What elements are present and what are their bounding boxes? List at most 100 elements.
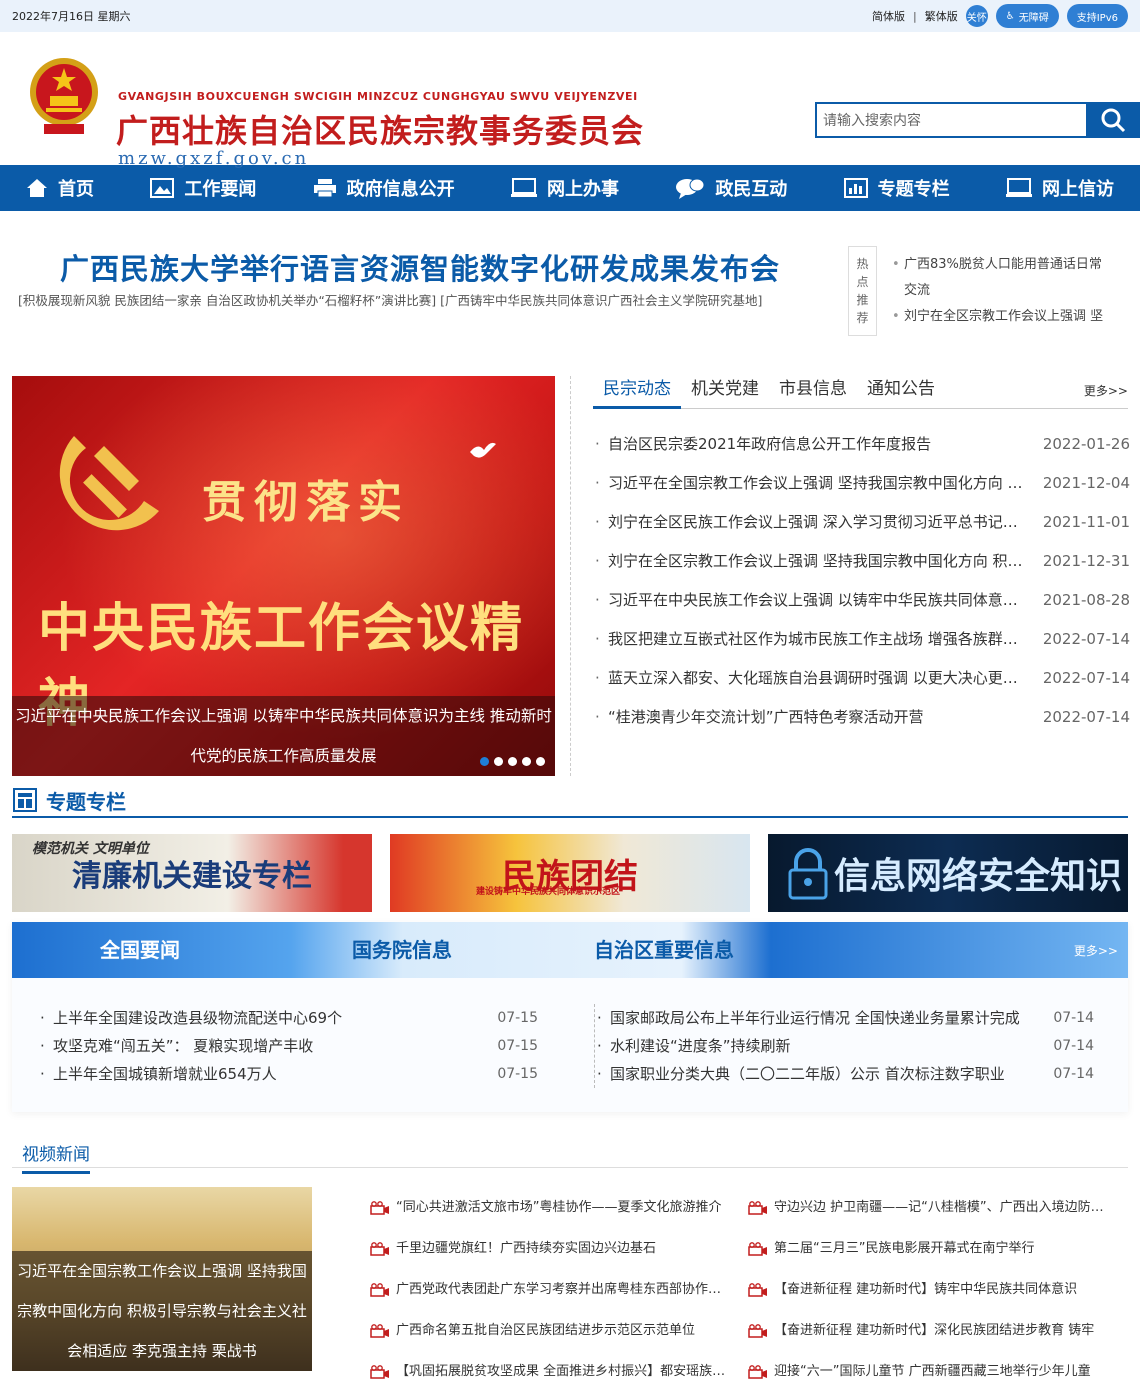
tab-notices[interactable]: 通知公告: [857, 376, 945, 409]
video-title[interactable]: 广西命名第五批自治区民族团结进步示范区示范单位: [396, 1310, 695, 1351]
accessibility-button[interactable]: ♿ 无障碍: [995, 4, 1059, 28]
tab-region-info[interactable]: 自治区重要信息: [594, 922, 734, 978]
video-thumbnail[interactable]: 习近平在全国宗教工作会议上强调 坚持我国宗教中国化方向 积极引导宗教与社会主义社…: [12, 1187, 312, 1371]
more-link[interactable]: 更多>>: [1084, 376, 1128, 406]
tab-national-news[interactable]: 全国要闻: [100, 922, 180, 978]
video-title[interactable]: 守边兴边 护卫南疆——记“八桂楷模”、广西出入境边防检查: [774, 1187, 1110, 1228]
feature-network-security[interactable]: 信息网络安全知识: [768, 834, 1128, 912]
video-caption[interactable]: 习近平在全国宗教工作会议上强调 坚持我国宗教中国化方向 积极引导宗教与社会主义社…: [12, 1251, 312, 1371]
video-title[interactable]: 广西党政代表团赴广东学习考察并出席粤桂东西部协作联席会议: [396, 1269, 732, 1310]
feature-ethnic-unity[interactable]: 民族团结 建设铸牢中华民族共同体意识示范区: [390, 834, 750, 912]
list-item[interactable]: 习近平在中央民族工作会议上强调 以铸牢中华民族共同体意识为主线 推动新时代党的民…: [595, 581, 1130, 620]
gov-title[interactable]: 国家职业分类大典（二〇二二年版）公示 首次标注数字职业: [595, 1060, 1025, 1088]
hot-item[interactable]: 广西83%脱贫人口能用普通话日常: [892, 252, 1132, 278]
traditional-link[interactable]: 繁体版: [925, 8, 958, 24]
search-input[interactable]: 请输入搜索内容: [815, 102, 1086, 138]
nav-item-special[interactable]: 专题专栏: [843, 175, 950, 201]
gov-title[interactable]: 上半年全国建设改造县级物流配送中心69个: [38, 1004, 468, 1032]
list-item[interactable]: 攻坚克难“闯五关”： 夏粮实现增产丰收 07-15: [38, 1032, 538, 1060]
carousel-banner[interactable]: 贯彻落实 中央民族工作会议精神 习近平在中央民族工作会议上强调 以铸牢中华民族共…: [12, 376, 555, 776]
video-title[interactable]: 【奋进新征程 建功新时代】深化民族团结进步教育 铸牢: [774, 1310, 1094, 1351]
video-title[interactable]: 【奋进新征程 建功新时代】铸牢中华民族共同体意识: [774, 1269, 1077, 1310]
list-item[interactable]: 【奋进新征程 建功新时代】铸牢中华民族共同体意识: [748, 1269, 1110, 1310]
main-nav: 首页 工作要闻 政府信息公开 网上办事 政民互动 专题专栏 网上信访: [0, 165, 1140, 211]
nav-item-gov-info[interactable]: 政府信息公开: [313, 175, 455, 201]
gov-title[interactable]: 水利建设“进度条”持续刷新: [595, 1032, 1025, 1060]
list-item[interactable]: 习近平在全国宗教工作会议上强调 坚持我国宗教中国化方向 积极引导宗教与社会主义社…: [595, 464, 1130, 503]
news-title[interactable]: 自治区民宗委2021年政府信息公开工作年度报告: [595, 425, 1025, 464]
more-link[interactable]: 更多>>: [1074, 942, 1118, 959]
list-item[interactable]: 【奋进新征程 建功新时代】深化民族团结进步教育 铸牢: [748, 1310, 1110, 1351]
hot-item-continued[interactable]: 交流: [892, 278, 1132, 304]
search-button[interactable]: [1086, 102, 1140, 138]
list-item[interactable]: 迎接“六一”国际儿童节 广西新疆西藏三地举行少年儿童: [748, 1351, 1110, 1392]
list-item[interactable]: 国家邮政局公布上半年行业运行情况 全国快递业务量累计完成 07-14: [595, 1004, 1094, 1032]
video-title[interactable]: 千里边疆党旗红！广西持续夯实固边兴边基石: [396, 1228, 656, 1269]
list-item[interactable]: 刘宁在全区宗教工作会议上强调 坚持我国宗教中国化方向 积极引导宗教与社会主义社会…: [595, 542, 1130, 581]
headline-title[interactable]: 广西民族大学举行语言资源智能数字化研发成果发布会: [0, 246, 840, 288]
nav-item-work-news[interactable]: 工作要闻: [150, 175, 256, 201]
simplified-link[interactable]: 简体版: [872, 8, 905, 24]
tab-city-county[interactable]: 市县信息: [769, 376, 857, 409]
nav-item-online-service[interactable]: 网上办事: [510, 175, 619, 201]
gov-list-right: 国家邮政局公布上半年行业运行情况 全国快递业务量累计完成 07-14 水利建设“进…: [594, 1004, 1094, 1088]
site-name[interactable]: 广西壮族自治区民族宗教事务委员会: [116, 106, 644, 152]
news-title[interactable]: “桂港澳青少年交流计划”广西特色考察活动开营: [595, 698, 1025, 737]
tab-party-building[interactable]: 机关党建: [681, 376, 769, 409]
care-mode-button[interactable]: 关怀: [965, 5, 988, 27]
list-item[interactable]: 蓝天立深入都安、大化瑶族自治县调研时强调 以更大决心更实举措推进乡村振兴 2022…: [595, 659, 1130, 698]
news-title[interactable]: 习近平在全国宗教工作会议上强调 坚持我国宗教中国化方向 积极引导宗教与社会主义社…: [595, 464, 1025, 503]
list-item[interactable]: 第二届“三月三”民族电影展开幕式在南宁举行: [748, 1228, 1110, 1269]
list-item[interactable]: 自治区民宗委2021年政府信息公开工作年度报告 2022-01-26: [595, 425, 1130, 464]
list-item[interactable]: “桂港澳青少年交流计划”广西特色考察活动开营 2022-07-14: [595, 698, 1130, 737]
carousel-dot[interactable]: [536, 757, 545, 766]
news-title[interactable]: 习近平在中央民族工作会议上强调 以铸牢中华民族共同体意识为主线 推动新时代党的民…: [595, 581, 1025, 620]
carousel-dot[interactable]: [494, 757, 503, 766]
nav-item-interaction[interactable]: 政民互动: [675, 175, 787, 201]
video-title[interactable]: 第二届“三月三”民族电影展开幕式在南宁举行: [774, 1228, 1034, 1269]
hot-item[interactable]: 刘宁在全区宗教工作会议上强调 坚: [892, 304, 1132, 330]
tab-ethnic-news[interactable]: 民宗动态: [593, 376, 681, 409]
list-item[interactable]: 广西命名第五批自治区民族团结进步示范区示范单位: [370, 1310, 732, 1351]
list-item[interactable]: 千里边疆党旗红！广西持续夯实固边兴边基石: [370, 1228, 732, 1269]
tab-state-council[interactable]: 国务院信息: [352, 922, 452, 978]
gov-title[interactable]: 国家邮政局公布上半年行业运行情况 全国快递业务量累计完成: [595, 1004, 1025, 1032]
hot-label-char: 荐: [856, 311, 869, 325]
news-title[interactable]: 刘宁在全区宗教工作会议上强调 坚持我国宗教中国化方向 积极引导宗教与社会主义社会…: [595, 542, 1025, 581]
tab-video-news[interactable]: 视频新闻: [22, 1140, 90, 1174]
gov-title[interactable]: 上半年全国城镇新增就业654万人: [38, 1060, 468, 1088]
news-date: 2021-12-31: [1042, 552, 1130, 570]
banner-caption[interactable]: 习近平在中央民族工作会议上强调 以铸牢中华民族共同体意识为主线 推动新时代党的民…: [12, 696, 555, 776]
gov-title[interactable]: 攻坚克难“闯五关”： 夏粮实现增产丰收: [38, 1032, 468, 1060]
news-title[interactable]: 蓝天立深入都安、大化瑶族自治县调研时强调 以更大决心更实举措推进乡村振兴: [595, 659, 1025, 698]
video-camera-icon: [748, 1323, 767, 1338]
news-title[interactable]: 刘宁在全区民族工作会议上强调 深入学习贯彻习近平总书记关于加强和改进民族工作的重…: [595, 503, 1025, 542]
nav-item-home[interactable]: 首页: [26, 175, 94, 201]
carousel-dot-active[interactable]: [480, 757, 489, 766]
video-title[interactable]: “同心共进激活文旅市场”粤桂协作——夏季文化旅游推介: [396, 1187, 721, 1228]
feature-clean-gov[interactable]: 模范机关 文明单位 清廉机关建设专栏: [12, 834, 372, 912]
list-item[interactable]: 广西党政代表团赴广东学习考察并出席粤桂东西部协作联席会议: [370, 1269, 732, 1310]
nav-item-petition[interactable]: 网上信访: [1005, 175, 1114, 201]
feature-subtext: 模范机关 文明单位: [32, 841, 149, 857]
search-box: 请输入搜索内容: [815, 102, 1140, 138]
list-item[interactable]: 国家职业分类大典（二〇二二年版）公示 首次标注数字职业 07-14: [595, 1060, 1094, 1088]
nav-label: 政民互动: [715, 179, 788, 200]
list-item[interactable]: 水利建设“进度条”持续刷新 07-14: [595, 1032, 1094, 1060]
list-item[interactable]: 上半年全国城镇新增就业654万人 07-15: [38, 1060, 538, 1088]
list-item[interactable]: 守边兴边 护卫南疆——记“八桂楷模”、广西出入境边防检查: [748, 1187, 1110, 1228]
list-item[interactable]: 【巩固拓展脱贫攻坚成果 全面推进乡村振兴】都安瑶族自治县: [370, 1351, 732, 1392]
list-item[interactable]: 我区把建立互嵌式社区作为城市民族工作主战场 增强各族群众的获得感 2022-07-…: [595, 620, 1130, 659]
headline-subline[interactable]: [积极展现新风貌 民族团结一家亲 自治区政协机关举办“石榴籽杯”演讲比赛] [广…: [18, 290, 840, 309]
video-section-header: 视频新闻: [12, 1136, 1128, 1174]
list-item[interactable]: 上半年全国建设改造县级物流配送中心69个 07-15: [38, 1004, 538, 1032]
list-item[interactable]: “同心共进激活文旅市场”粤桂协作——夏季文化旅游推介: [370, 1187, 732, 1228]
news-title[interactable]: 我区把建立互嵌式社区作为城市民族工作主战场 增强各族群众的获得感: [595, 620, 1025, 659]
video-title[interactable]: 【巩固拓展脱贫攻坚成果 全面推进乡村振兴】都安瑶族自治县: [396, 1351, 732, 1392]
carousel-dot[interactable]: [522, 757, 531, 766]
nav-label: 首页: [58, 179, 94, 200]
video-title[interactable]: 迎接“六一”国际儿童节 广西新疆西藏三地举行少年儿童: [774, 1351, 1091, 1392]
carousel-dot[interactable]: [508, 757, 517, 766]
list-item[interactable]: 刘宁在全区民族工作会议上强调 深入学习贯彻习近平总书记关于加强和改进民族工作的重…: [595, 503, 1130, 542]
hot-label-char: 热: [856, 257, 869, 271]
